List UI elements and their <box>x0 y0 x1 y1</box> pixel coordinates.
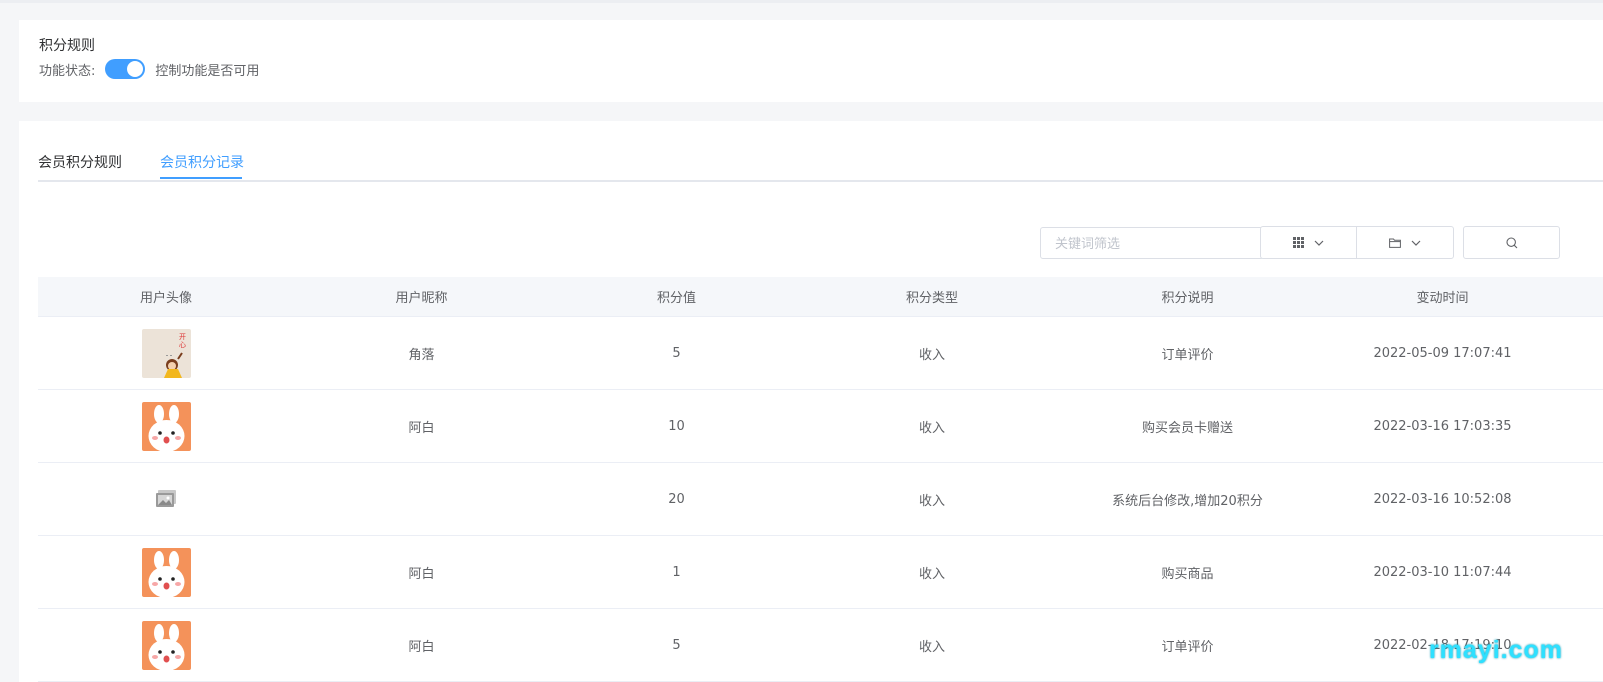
time-cell: 2022-03-16 10:52:08 <box>1373 491 1512 507</box>
table-header: 用户头像 用户昵称 积分值 积分类型 积分说明 变动时间 <box>38 277 1603 317</box>
bunny-avatar <box>141 620 191 670</box>
folder-icon <box>1389 238 1401 248</box>
toggle-knob <box>127 61 144 77</box>
rule-card: 积分规则 功能状态: 控制功能是否可用 <box>19 20 1603 102</box>
chevron-down-icon <box>1411 240 1421 246</box>
points-cell: 20 <box>668 491 685 507</box>
description-cell: 系统后台修改,增加20积分 <box>1112 493 1263 509</box>
tab-member-points-records[interactable]: 会员积分记录 <box>160 152 244 172</box>
function-status-toggle[interactable] <box>105 59 146 79</box>
table-row: 阿白 1 收入 购买商品 2022-03-10 11:07:44 <box>38 536 1603 609</box>
export-dropdown-button[interactable] <box>1356 226 1454 259</box>
points-cell: 10 <box>668 418 685 434</box>
tab-bar: 会员积分规则 会员积分记录 <box>38 121 1603 182</box>
nickname-cell: 阿白 <box>408 420 435 436</box>
points-cell: 5 <box>672 637 681 653</box>
watermark: rmayi.com <box>1428 636 1563 664</box>
type-cell: 收入 <box>918 639 945 655</box>
header-points: 积分值 <box>656 291 696 306</box>
header-avatar: 用户头像 <box>139 291 192 306</box>
svg-text:心: 心 <box>179 341 186 349</box>
header-time: 变动时间 <box>1416 291 1469 306</box>
top-divider <box>0 0 1603 3</box>
header-description: 积分说明 <box>1161 291 1214 306</box>
time-cell: 2022-05-09 17:07:41 <box>1373 345 1512 361</box>
search-button[interactable] <box>1463 226 1560 259</box>
table-row: 20 收入 系统后台修改,增加20积分 2022-03-16 10:52:08 <box>38 463 1603 536</box>
points-cell: 1 <box>672 564 681 580</box>
svg-text:开: 开 <box>179 333 186 341</box>
description-cell: 购买商品 <box>1161 566 1214 582</box>
type-cell: 收入 <box>918 347 945 363</box>
rule-card-title: 积分规则 <box>39 38 95 54</box>
status-row: 功能状态: 控制功能是否可用 <box>39 58 259 80</box>
active-tab-indicator <box>160 177 242 179</box>
image-placeholder-icon <box>156 490 176 507</box>
keyword-filter-input[interactable] <box>1040 227 1264 259</box>
nickname-cell: 阿白 <box>408 566 435 582</box>
type-cell: 收入 <box>918 420 945 436</box>
records-card: 会员积分规则 会员积分记录 用 <box>19 121 1603 682</box>
status-description: 控制功能是否可用 <box>155 63 260 79</box>
columns-dropdown-button[interactable] <box>1260 226 1357 259</box>
tab-member-points-rules[interactable]: 会员积分规则 <box>38 152 122 172</box>
description-cell: 订单评价 <box>1161 347 1214 363</box>
table-row: 阿白 5 收入 订单评价 2022-02-18 17:19:10 <box>38 609 1603 682</box>
nickname-cell: 阿白 <box>408 639 435 655</box>
bunny-avatar <box>141 547 191 597</box>
happy-girl-avatar: 开 心 <box>141 328 191 378</box>
type-cell: 收入 <box>918 566 945 582</box>
time-cell: 2022-03-10 11:07:44 <box>1373 564 1512 580</box>
time-cell: 2022-03-16 17:03:35 <box>1373 418 1512 434</box>
points-cell: 5 <box>672 345 681 361</box>
description-cell: 购买会员卡赠送 <box>1141 420 1233 436</box>
status-label: 功能状态: <box>39 63 96 79</box>
bunny-avatar <box>141 401 191 451</box>
type-cell: 收入 <box>918 493 945 509</box>
chevron-down-icon <box>1314 240 1324 246</box>
header-nickname: 用户昵称 <box>395 291 448 306</box>
grid-icon <box>1293 237 1304 248</box>
nickname-cell: 角落 <box>408 347 435 363</box>
table-row: 阿白 10 收入 购买会员卡赠送 2022-03-16 17:03:35 <box>38 390 1603 463</box>
table-row: 开 心 角落 5 收入 订单评价 2022-05-09 17:07:41 <box>38 317 1603 390</box>
search-icon <box>1505 236 1517 248</box>
description-cell: 订单评价 <box>1161 639 1214 655</box>
points-records-table: 用户头像 用户昵称 积分值 积分类型 积分说明 变动时间 开 心 角落 5 收入… <box>38 277 1603 682</box>
header-type: 积分类型 <box>905 291 958 306</box>
